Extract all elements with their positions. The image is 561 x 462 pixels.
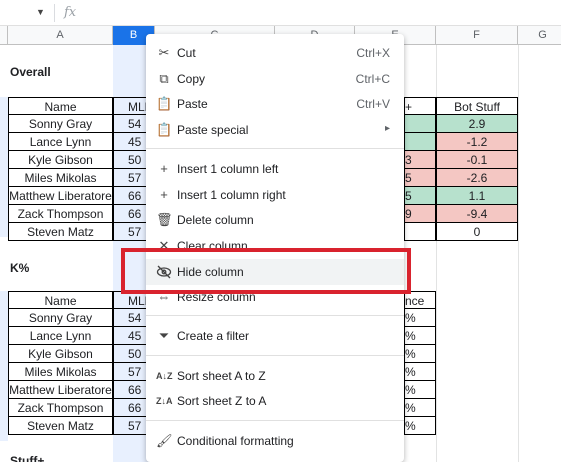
table-cell-e: %	[404, 345, 436, 363]
table-cell-e: %	[404, 327, 436, 345]
sort-za-icon: Z↓A	[156, 396, 173, 406]
table-row-name: Steven Matz	[8, 223, 113, 241]
header-f: Bot Stuff	[436, 97, 518, 115]
menu-divider	[146, 148, 404, 149]
table-row-name: Sonny Gray	[8, 309, 113, 327]
table-cell-e	[404, 223, 436, 241]
table-row-name: Lance Lynn	[8, 133, 113, 151]
highlight-box	[121, 248, 411, 294]
column-header-f[interactable]: F	[436, 26, 518, 45]
table-cell-e: 5	[404, 187, 436, 205]
table-cell-e: %	[404, 381, 436, 399]
scissors-icon: ✂	[158, 45, 170, 60]
table-cell-e: %	[404, 399, 436, 417]
table-cell-f: 2.9	[436, 115, 518, 133]
menu-item-sort-za[interactable]: Z↓A Sort sheet Z to A	[146, 388, 404, 414]
header-name: Name	[8, 97, 113, 115]
table-row-name: Kyle Gibson	[8, 151, 113, 169]
table-row-name: Zack Thompson	[8, 399, 113, 417]
menu-item-create-filter[interactable]: ⏷ Create a filter	[146, 323, 404, 349]
menu-item-cut[interactable]: ✂ Cut Ctrl+X	[146, 40, 404, 66]
table-cell-e: 5	[404, 169, 436, 187]
section-title-overall: Overall	[10, 65, 51, 79]
clipboard-icon: 📋	[156, 96, 173, 111]
table-cell-f: -1.2	[436, 133, 518, 151]
table-row-name: Miles Mikolas	[8, 363, 113, 381]
table-cell-f: 0	[436, 223, 518, 241]
corner-cell[interactable]	[0, 26, 8, 45]
plus-icon: +	[160, 187, 168, 202]
formula-bar: ▼ fx	[0, 0, 561, 26]
table-cell-f: -2.6	[436, 169, 518, 187]
filter-icon: ⏷	[158, 328, 170, 343]
header-name: Name	[8, 291, 113, 309]
table-row-name: Matthew Liberatore	[8, 381, 113, 399]
menu-item-sort-az[interactable]: A↓Z Sort sheet A to Z	[146, 363, 404, 389]
copy-icon: ⧉	[159, 71, 169, 86]
trash-icon: 🗑	[156, 212, 173, 227]
menu-divider	[146, 355, 404, 356]
header-e: +	[404, 97, 436, 115]
table-row-name: Zack Thompson	[8, 205, 113, 223]
table-row-name: Miles Mikolas	[8, 169, 113, 187]
table-cell-e	[404, 133, 436, 151]
sort-az-icon: A↓Z	[156, 371, 173, 381]
paint-roller-icon: 🖌	[156, 433, 173, 448]
table-row-name: Kyle Gibson	[8, 345, 113, 363]
menu-item-delete-column[interactable]: 🗑 Delete column	[146, 207, 404, 233]
table-row-name: Sonny Gray	[8, 115, 113, 133]
table-cell-e: 9	[404, 205, 436, 223]
chevron-right-icon: ▸	[384, 123, 390, 134]
menu-item-insert-left[interactable]: + Insert 1 column left	[146, 156, 404, 182]
table-cell-f: -9.4	[436, 205, 518, 223]
menu-item-insert-right[interactable]: + Insert 1 column right	[146, 182, 404, 208]
table-row-name: Lance Lynn	[8, 327, 113, 345]
table-cell-e: %	[404, 417, 436, 435]
fx-icon: fx	[64, 5, 77, 20]
menu-item-paste[interactable]: 📋 Paste Ctrl+V	[146, 91, 404, 117]
table-row-name: Matthew Liberatore	[8, 187, 113, 205]
menu-divider	[146, 420, 404, 421]
plus-icon: +	[160, 161, 168, 176]
table-cell-e	[404, 115, 436, 133]
chevron-down-icon[interactable]: ▼	[36, 7, 45, 17]
formula-bar-divider	[54, 4, 55, 22]
menu-item-paste-special[interactable]: 📋 Paste special ▸	[146, 117, 404, 143]
table-cell-e: 3	[404, 151, 436, 169]
column-header-g[interactable]: G	[518, 26, 561, 45]
clipboard-icon: 📋	[156, 122, 173, 137]
menu-divider	[146, 315, 404, 316]
menu-item-copy[interactable]: ⧉ Copy Ctrl+C	[146, 66, 404, 92]
menu-item-conditional-formatting[interactable]: 🖌 Conditional formatting	[146, 428, 404, 454]
table-cell-f: -0.1	[436, 151, 518, 169]
column-header-a[interactable]: A	[8, 26, 113, 45]
section-title-stuff: Stuff+	[10, 454, 45, 462]
table-cell-f: 1.1	[436, 187, 518, 205]
table-cell-e: %	[404, 309, 436, 327]
table-row-name: Steven Matz	[8, 417, 113, 435]
section-title-k: K%	[10, 261, 30, 275]
table-cell-e: %	[404, 363, 436, 381]
